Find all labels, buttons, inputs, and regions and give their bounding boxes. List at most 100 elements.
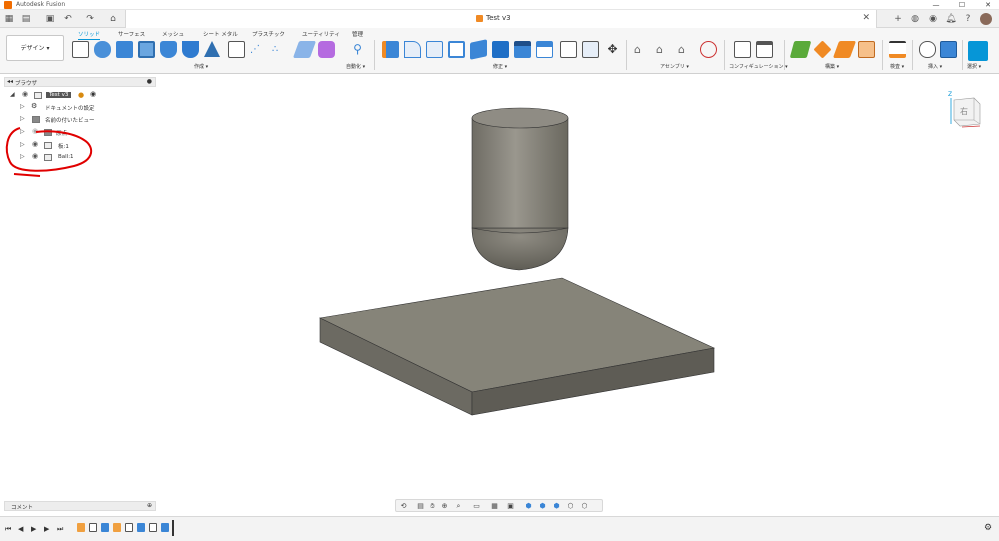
group-construct[interactable]: 構築 ▾ xyxy=(825,63,839,70)
group-create[interactable]: 作成 ▾ xyxy=(194,63,208,70)
plane-at-angle-icon[interactable] xyxy=(813,40,832,59)
automate-icon[interactable]: ⚲ xyxy=(349,41,366,58)
timeline-feature[interactable] xyxy=(113,523,121,532)
as-built-joint-icon[interactable]: ⌂ xyxy=(678,41,695,58)
job-status-icon[interactable]: ◉ xyxy=(927,13,939,25)
rib-icon[interactable] xyxy=(204,41,220,57)
offset-face-icon[interactable] xyxy=(536,41,553,58)
new-component-icon[interactable]: ⌂ xyxy=(634,41,651,58)
configuration-table-icon[interactable] xyxy=(756,41,773,58)
pan-icon[interactable]: ✋︎ xyxy=(428,502,437,510)
viewports-icon[interactable]: ▣ xyxy=(506,502,515,510)
fit-icon[interactable]: ⌕ xyxy=(454,502,463,510)
tab-manage[interactable]: 管理 xyxy=(352,30,363,38)
timeline-feature[interactable] xyxy=(89,523,97,532)
timeline-feature[interactable] xyxy=(149,523,157,532)
group-insert[interactable]: 挿入 ▾ xyxy=(928,63,942,70)
measure-icon[interactable] xyxy=(889,41,906,58)
file-menu-icon[interactable]: ▤ xyxy=(20,13,32,25)
apps-grid-icon[interactable]: ▦ xyxy=(3,13,15,25)
wireframe-icon[interactable]: ⬡ xyxy=(566,502,575,510)
new-tab-icon[interactable]: + xyxy=(892,13,904,25)
visibility-eye-icon[interactable]: ◉ xyxy=(22,90,28,98)
go-to-start-icon[interactable]: ⏮ xyxy=(5,525,11,534)
tangent-plane-icon[interactable] xyxy=(832,41,857,58)
extrude-icon[interactable] xyxy=(116,41,133,58)
combine-icon[interactable] xyxy=(514,41,531,58)
workspace-switcher-button[interactable]: デザイン ▾ xyxy=(6,35,64,61)
select-icon[interactable] xyxy=(968,41,988,61)
tab-utilities[interactable]: ユーティリティ xyxy=(302,30,340,38)
timeline-feature[interactable] xyxy=(77,523,85,532)
form-icon[interactable] xyxy=(94,41,111,58)
insert-derive-icon[interactable] xyxy=(919,41,936,58)
viewport-3d[interactable] xyxy=(300,100,730,420)
scale-icon[interactable] xyxy=(492,41,509,58)
plate-part[interactable] xyxy=(319,277,715,416)
ball-part[interactable] xyxy=(471,107,569,271)
revolve-icon[interactable] xyxy=(138,41,155,58)
comments-panel[interactable]: コメント ⊕ xyxy=(4,501,156,511)
close-tab-icon[interactable]: ✕ xyxy=(862,13,870,23)
motion-link-icon[interactable] xyxy=(700,41,717,58)
timeline-settings-gear-icon[interactable]: ⚙ xyxy=(984,523,992,533)
activate-radio-icon[interactable]: ◉ xyxy=(90,90,96,98)
undo-icon[interactable]: ↶ xyxy=(62,13,74,25)
add-comment-icon[interactable]: ⊕ xyxy=(147,502,152,509)
tree-root[interactable]: ◢ ◉ Test v3 ● ◉ xyxy=(10,90,160,101)
move-copy-icon[interactable]: ✥ xyxy=(604,41,621,58)
group-assemble[interactable]: アセンブリ ▾ xyxy=(660,63,689,70)
group-configuration[interactable]: コンフィギュレーション ▾ xyxy=(729,63,788,70)
group-automate[interactable]: 自動化 ▾ xyxy=(346,63,365,70)
viewcube[interactable]: Z 右 xyxy=(948,90,982,128)
close-window-button[interactable]: ✕ xyxy=(980,0,996,10)
tab-sheet-metal[interactable]: シート メタル xyxy=(203,30,238,38)
orbit-icon[interactable]: ⟲ xyxy=(399,502,408,510)
display-settings-icon[interactable]: ▭ xyxy=(472,502,481,510)
maximize-button[interactable]: ☐ xyxy=(954,0,970,10)
shaded-hidden-icon[interactable]: ⬢ xyxy=(552,502,561,510)
create-sketch-icon[interactable] xyxy=(72,41,89,58)
shell-icon[interactable] xyxy=(448,41,465,58)
look-at-icon[interactable]: ▤ xyxy=(416,502,425,510)
zoom-icon[interactable]: ⊕ xyxy=(440,502,449,510)
tree-item-document-settings[interactable]: ▷ ⚙ ドキュメントの設定 xyxy=(10,102,160,113)
split-face-icon[interactable] xyxy=(582,41,599,58)
rectangle-icon[interactable] xyxy=(228,41,245,58)
chamfer-icon[interactable] xyxy=(426,41,443,58)
points-icon[interactable]: ∴ xyxy=(272,41,289,58)
insert-image-icon[interactable] xyxy=(940,41,957,58)
browser-panel-header[interactable]: ◂◂ ブラウザ ● xyxy=(4,77,156,87)
shaded-edges-icon[interactable]: ⬢ xyxy=(538,502,547,510)
group-inspect[interactable]: 検査 ▾ xyxy=(890,63,904,70)
avatar[interactable] xyxy=(980,13,992,25)
plugin-icon[interactable] xyxy=(318,41,335,58)
minimize-button[interactable]: — xyxy=(928,0,944,10)
expand-icon[interactable]: ▷ xyxy=(20,103,25,110)
timeline-feature[interactable] xyxy=(161,523,169,532)
timeline-feature[interactable] xyxy=(137,523,145,532)
help-icon[interactable]: ? xyxy=(962,13,974,25)
redo-icon[interactable]: ↷ xyxy=(84,13,96,25)
go-to-end-icon[interactable]: ⏭ xyxy=(57,525,63,534)
sweep-icon[interactable] xyxy=(160,41,177,58)
shaded-icon[interactable]: ⬢ xyxy=(524,502,533,510)
group-modify[interactable]: 修正 ▾ xyxy=(493,63,507,70)
panel-options-icon[interactable]: ● xyxy=(147,78,152,85)
tab-surface[interactable]: サーフェス xyxy=(118,30,145,38)
tab-plastic[interactable]: プラスチック xyxy=(252,30,285,38)
home-icon[interactable]: ⌂ xyxy=(107,13,119,25)
play-icon[interactable]: ▶ xyxy=(31,525,36,533)
data-panel-icon[interactable]: ◍ xyxy=(909,13,921,25)
draft-icon[interactable] xyxy=(470,39,487,60)
grid-snap-icon[interactable]: ▦ xyxy=(490,502,499,510)
document-tab[interactable]: Test v3 ✕ xyxy=(125,10,877,28)
plane-icon[interactable] xyxy=(292,41,317,58)
fillet-icon[interactable] xyxy=(404,41,421,58)
spline-icon[interactable]: ⋰ xyxy=(250,41,267,58)
midplane-icon[interactable] xyxy=(858,41,875,58)
timeline-feature[interactable] xyxy=(101,523,109,532)
replace-face-icon[interactable] xyxy=(560,41,577,58)
tab-solid[interactable]: ソリッド xyxy=(78,30,101,40)
collapse-panel-icon[interactable]: ◂◂ xyxy=(7,78,13,85)
